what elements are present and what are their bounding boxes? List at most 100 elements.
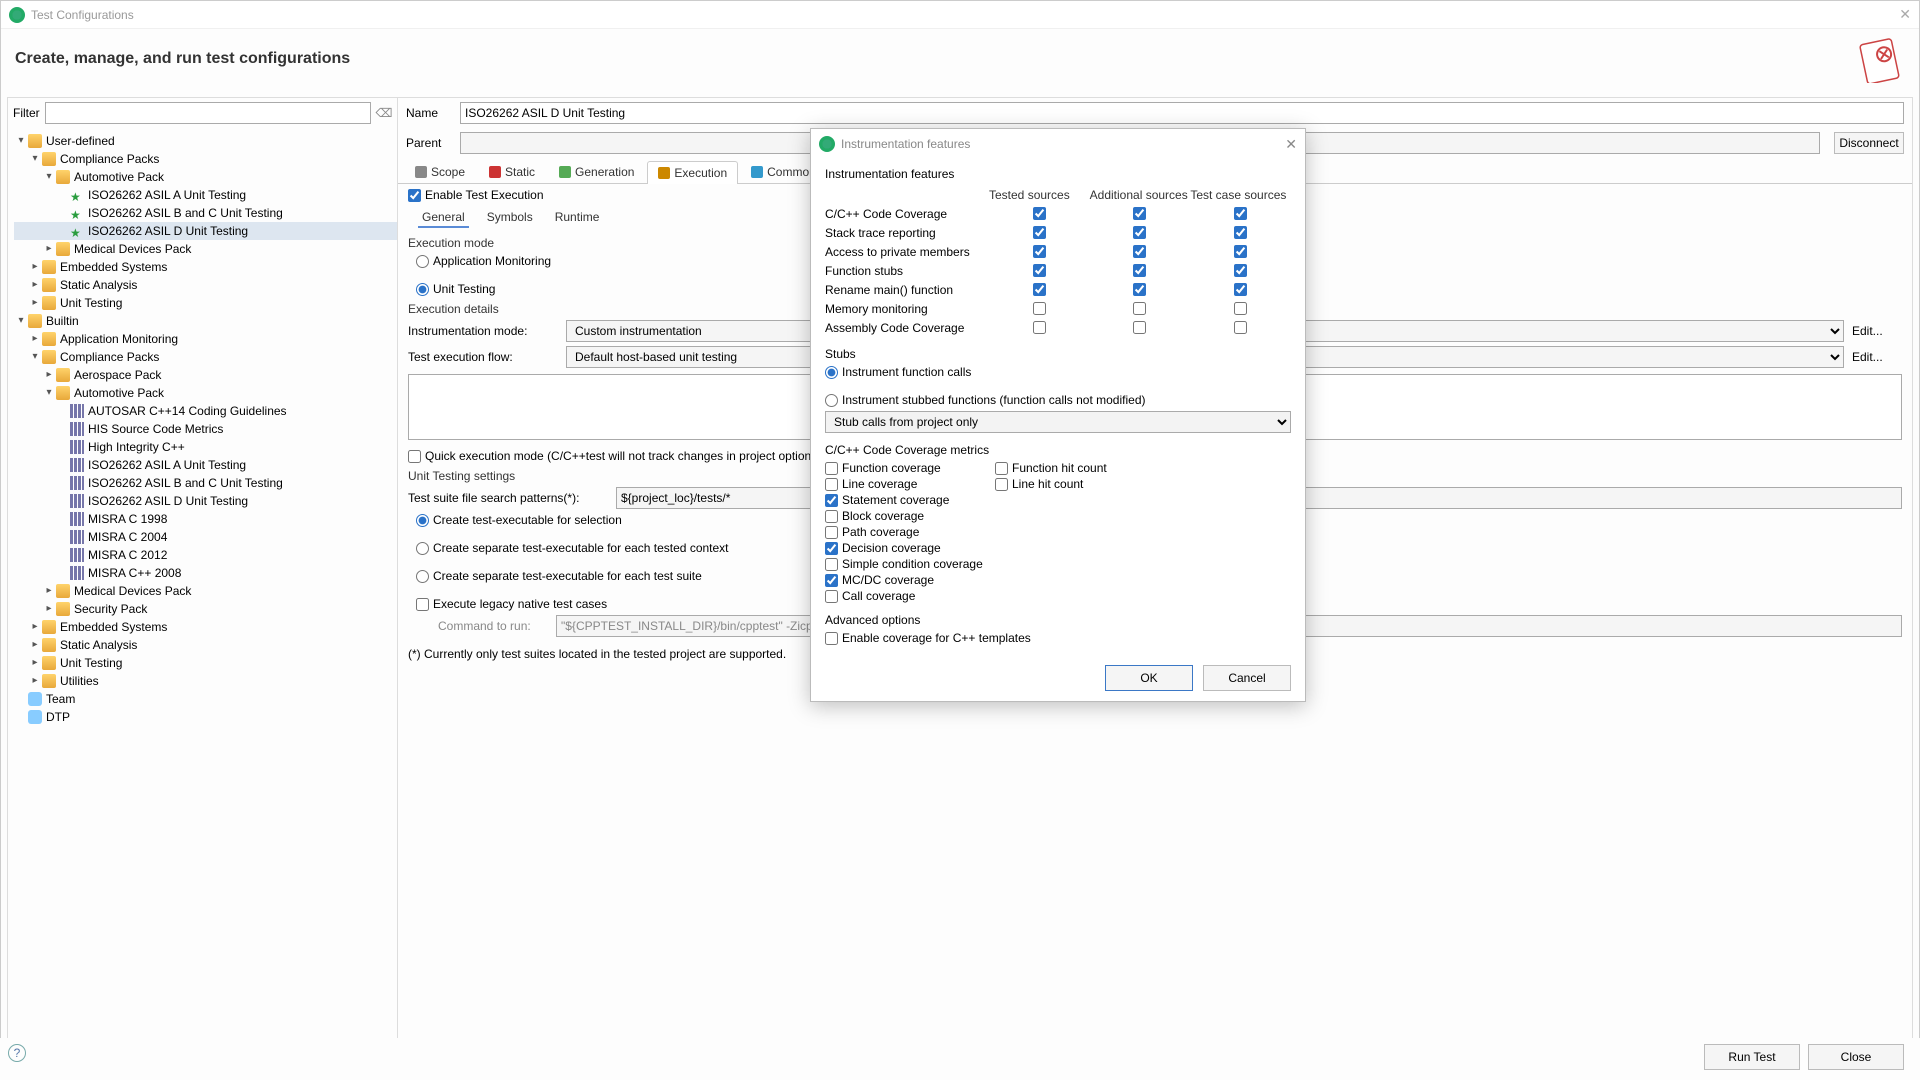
instr-checkbox[interactable] xyxy=(1234,283,1247,296)
instr-edit-button[interactable]: Edit... xyxy=(1852,324,1902,338)
cov-simple-condition-coverage[interactable]: Simple condition coverage xyxy=(825,557,995,571)
subtab-runtime[interactable]: Runtime xyxy=(551,208,604,228)
tree-item[interactable]: ★ISO26262 ASIL D Unit Testing xyxy=(14,222,397,240)
instr-checkbox[interactable] xyxy=(1234,302,1247,315)
tree-label: MISRA C 2012 xyxy=(88,546,167,564)
stubs-r2[interactable]: Instrument stubbed functions (function c… xyxy=(825,393,1291,407)
tree-item[interactable]: High Integrity C++ xyxy=(14,438,397,456)
tree-item[interactable]: ISO26262 ASIL D Unit Testing xyxy=(14,492,397,510)
tree-item[interactable]: ▾User-defined xyxy=(14,132,397,150)
instr-checkbox[interactable] xyxy=(1033,226,1046,239)
tab-generation[interactable]: Generation xyxy=(548,160,645,183)
clear-filter-icon[interactable]: ⌫ xyxy=(376,105,392,121)
cov-function-hit-count[interactable]: Function hit count xyxy=(995,461,1165,475)
instr-checkbox[interactable] xyxy=(1033,207,1046,220)
tree-item[interactable]: MISRA C 2004 xyxy=(14,528,397,546)
instr-checkbox[interactable] xyxy=(1033,302,1046,315)
page-title: Create, manage, and run test configurati… xyxy=(15,50,1857,68)
tree-item[interactable]: ★ISO26262 ASIL B and C Unit Testing xyxy=(14,204,397,222)
tree-item[interactable]: ▸Utilities xyxy=(14,672,397,690)
tree-item[interactable]: ▸Security Pack xyxy=(14,600,397,618)
instr-checkbox[interactable] xyxy=(1133,302,1146,315)
dialog-close-icon[interactable]: ✕ xyxy=(1285,136,1297,153)
close-button[interactable]: Close xyxy=(1808,1044,1904,1070)
instr-checkbox[interactable] xyxy=(1033,283,1046,296)
instr-checkbox[interactable] xyxy=(1234,264,1247,277)
folder-icon xyxy=(42,638,56,652)
tree-item[interactable]: ★ISO26262 ASIL A Unit Testing xyxy=(14,186,397,204)
col-testcase: Test case sources xyxy=(1190,188,1291,202)
tree-label: ISO26262 ASIL A Unit Testing xyxy=(88,186,246,204)
tree-item[interactable]: HIS Source Code Metrics xyxy=(14,420,397,438)
cov-path-coverage[interactable]: Path coverage xyxy=(825,525,995,539)
instr-checkbox[interactable] xyxy=(1133,264,1146,277)
tree-item[interactable]: ▸Static Analysis xyxy=(14,276,397,294)
instr-checkbox[interactable] xyxy=(1133,321,1146,334)
tab-static[interactable]: Static xyxy=(478,160,546,183)
tree-item[interactable]: ▾Builtin xyxy=(14,312,397,330)
config-tree[interactable]: ▾User-defined▾Compliance Packs▾Automotiv… xyxy=(8,128,397,1040)
instr-checkbox[interactable] xyxy=(1033,264,1046,277)
tab-scope[interactable]: Scope xyxy=(404,160,476,183)
stubs-select[interactable]: Stub calls from project only xyxy=(825,411,1291,433)
tree-item[interactable]: ▸Medical Devices Pack xyxy=(14,240,397,258)
header-icon xyxy=(1857,35,1905,83)
run-test-button[interactable]: Run Test xyxy=(1704,1044,1800,1070)
tab-execution[interactable]: Execution xyxy=(647,161,738,184)
tree-item[interactable]: ▸Application Monitoring xyxy=(14,330,397,348)
ok-button[interactable]: OK xyxy=(1105,665,1193,691)
subtab-symbols[interactable]: Symbols xyxy=(483,208,537,228)
instr-checkbox[interactable] xyxy=(1133,245,1146,258)
tree-item[interactable]: ▸Embedded Systems xyxy=(14,258,397,276)
instr-checkbox[interactable] xyxy=(1033,321,1046,334)
tree-item[interactable]: AUTOSAR C++14 Coding Guidelines xyxy=(14,402,397,420)
cov-function-coverage[interactable]: Function coverage xyxy=(825,461,995,475)
cov-line-coverage[interactable]: Line coverage xyxy=(825,477,995,491)
tree-label: Automotive Pack xyxy=(74,384,164,402)
tree-item[interactable]: ISO26262 ASIL A Unit Testing xyxy=(14,456,397,474)
instr-checkbox[interactable] xyxy=(1133,226,1146,239)
tree-item[interactable]: Team xyxy=(14,690,397,708)
disconnect-button[interactable]: Disconnect xyxy=(1834,132,1904,154)
instr-checkbox[interactable] xyxy=(1234,245,1247,258)
adv-templates[interactable]: Enable coverage for C++ templates xyxy=(825,631,1291,645)
tree-item[interactable]: MISRA C 2012 xyxy=(14,546,397,564)
cov-call-coverage[interactable]: Call coverage xyxy=(825,589,995,603)
flow-edit-button[interactable]: Edit... xyxy=(1852,350,1902,364)
tree-item[interactable]: ▸Aerospace Pack xyxy=(14,366,397,384)
instr-checkbox[interactable] xyxy=(1133,283,1146,296)
tree-label: Utilities xyxy=(60,672,99,690)
tree-item[interactable]: ▸Medical Devices Pack xyxy=(14,582,397,600)
cancel-button[interactable]: Cancel xyxy=(1203,665,1291,691)
cov-block-coverage[interactable]: Block coverage xyxy=(825,509,995,523)
instr-row-label: Function stubs xyxy=(825,264,989,278)
instr-checkbox[interactable] xyxy=(1133,207,1146,220)
tree-item[interactable]: ▾Compliance Packs xyxy=(14,150,397,168)
help-icon[interactable]: ? xyxy=(8,1044,26,1062)
name-input[interactable] xyxy=(460,102,1904,124)
tree-item[interactable]: ▸Unit Testing xyxy=(14,654,397,672)
instr-checkbox[interactable] xyxy=(1234,321,1247,334)
tree-item[interactable]: ▸Unit Testing xyxy=(14,294,397,312)
tree-item[interactable]: ▸Static Analysis xyxy=(14,636,397,654)
subtab-general[interactable]: General xyxy=(418,208,469,228)
cov-mc-dc-coverage[interactable]: MC/DC coverage xyxy=(825,573,995,587)
tree-item[interactable]: MISRA C 1998 xyxy=(14,510,397,528)
cov-line-hit-count[interactable]: Line hit count xyxy=(995,477,1165,491)
tree-item[interactable]: ISO26262 ASIL B and C Unit Testing xyxy=(14,474,397,492)
instr-checkbox[interactable] xyxy=(1234,226,1247,239)
tree-item[interactable]: ▾Automotive Pack xyxy=(14,168,397,186)
tree-item[interactable]: ▾Automotive Pack xyxy=(14,384,397,402)
tree-item[interactable]: DTP xyxy=(14,708,397,726)
close-icon[interactable]: ✕ xyxy=(1899,6,1911,23)
tree-item[interactable]: ▾Compliance Packs xyxy=(14,348,397,366)
tree-label: Static Analysis xyxy=(60,276,137,294)
tree-item[interactable]: ▸Embedded Systems xyxy=(14,618,397,636)
filter-input[interactable] xyxy=(45,102,371,124)
stubs-r1[interactable]: Instrument function calls xyxy=(825,365,1291,379)
instr-checkbox[interactable] xyxy=(1234,207,1247,220)
cov-decision-coverage[interactable]: Decision coverage xyxy=(825,541,995,555)
cov-statement-coverage[interactable]: Statement coverage xyxy=(825,493,995,507)
instr-checkbox[interactable] xyxy=(1033,245,1046,258)
tree-item[interactable]: MISRA C++ 2008 xyxy=(14,564,397,582)
